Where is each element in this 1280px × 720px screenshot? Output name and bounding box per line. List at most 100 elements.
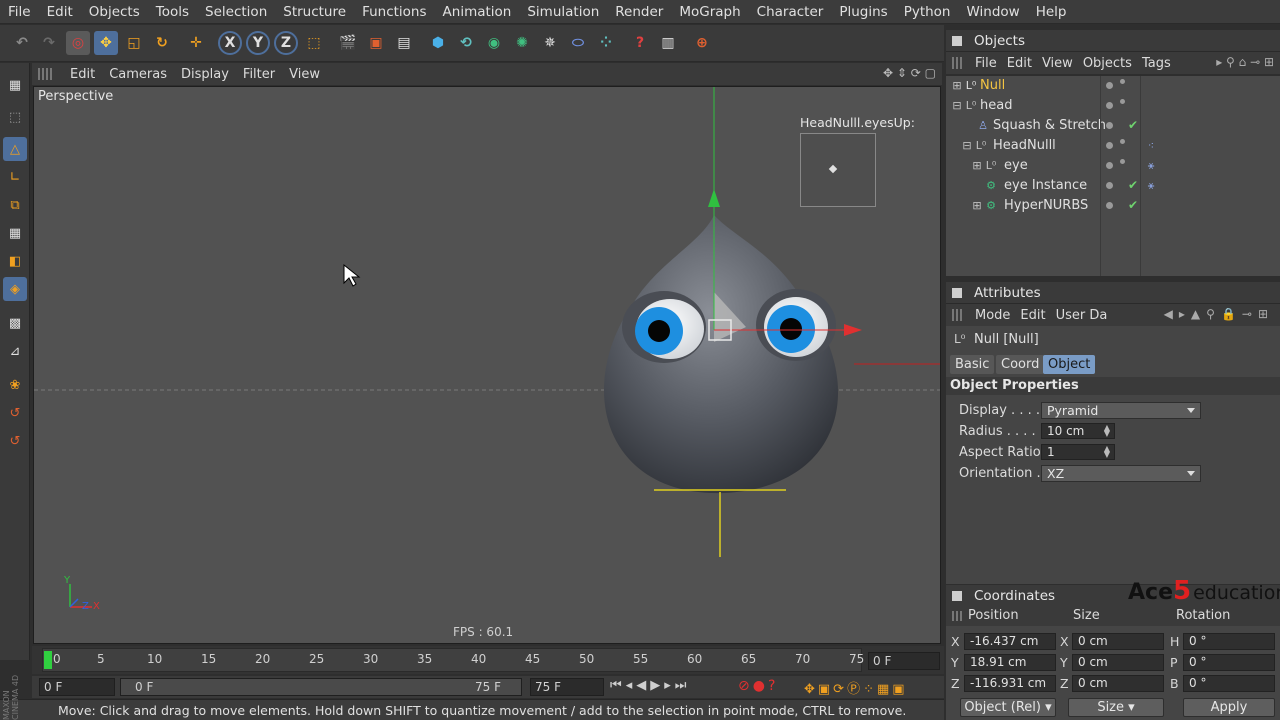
attributes-menu-user-data[interactable]: User Da xyxy=(1053,308,1115,323)
object-row-eye-instance[interactable]: ⚙ eye Instance ✔ ⚹ xyxy=(946,176,1280,196)
radius-field[interactable]: 10 cm ▲ ▼ xyxy=(1041,423,1115,439)
render-view-icon[interactable]: 🎬 xyxy=(336,31,360,55)
enabled-check-icon[interactable]: ✔ xyxy=(1128,198,1138,212)
coordinate-mode-dropdown[interactable]: Object (Rel) ▾ xyxy=(960,698,1056,717)
rotation-p-field[interactable]: 0 ° xyxy=(1183,654,1275,671)
apply-button[interactable]: Apply xyxy=(1183,698,1275,717)
recent-tool-icon[interactable]: ✛ xyxy=(184,31,208,55)
menu-file[interactable]: File xyxy=(0,4,39,20)
deformer-icon[interactable]: ✵ xyxy=(538,31,562,55)
menu-render[interactable]: Render xyxy=(607,4,671,20)
paint-icon[interactable]: ❀ xyxy=(3,373,27,397)
render-picture-viewer-icon[interactable]: ▣ xyxy=(364,31,388,55)
expand-icon[interactable]: ⊞ xyxy=(950,79,964,93)
viewport-menu-edit[interactable]: Edit xyxy=(62,67,101,82)
snap-icon[interactable]: ⊿ xyxy=(3,339,27,363)
texture-mode-icon[interactable]: ⧉ xyxy=(3,193,27,217)
column-divider[interactable] xyxy=(1100,76,1101,276)
perspective-viewport[interactable]: Perspective Y Z X HeadNulll.eyesUp: FPS … xyxy=(33,86,941,644)
expand-icon[interactable]: ⊞ xyxy=(970,159,984,173)
display-dropdown[interactable]: Pyramid xyxy=(1041,402,1201,419)
scale-tool-icon[interactable]: ◱ xyxy=(122,31,146,55)
move-tool-icon[interactable]: ✥ xyxy=(94,31,118,55)
objects-toolbar-icons[interactable]: ▸ ⚲ ⌂ ⊸ ⊞ xyxy=(1216,55,1274,69)
coordinate-system-icon[interactable]: ⬚ xyxy=(302,31,326,55)
brush-icon[interactable]: ↺ xyxy=(3,429,27,453)
model-mode-icon[interactable]: △ xyxy=(3,137,27,161)
collapse-icon[interactable]: ⊟ xyxy=(960,139,974,153)
timeline-ruler[interactable]: 0 5 10 15 20 25 30 35 40 45 50 55 60 65 … xyxy=(42,648,864,672)
position-y-field[interactable]: 18.91 cm xyxy=(964,654,1056,671)
editor-visibility-dot[interactable] xyxy=(1106,182,1113,189)
collapse-icon[interactable]: ⊟ xyxy=(950,99,964,113)
menu-help[interactable]: Help xyxy=(1028,4,1075,20)
editor-visibility-dot[interactable] xyxy=(1106,202,1113,209)
position-x-field[interactable]: -16.437 cm xyxy=(964,633,1056,650)
object-name[interactable]: head xyxy=(980,98,1012,113)
viewport-menu-display[interactable]: Display xyxy=(173,67,235,82)
attributes-nav-icons[interactable]: ◀▸▲⚲🔒⊸⊞ xyxy=(1164,307,1274,321)
editor-visibility-dot[interactable] xyxy=(1106,142,1113,149)
render-visibility-dot[interactable] xyxy=(1120,139,1125,144)
menu-python[interactable]: Python xyxy=(896,4,959,20)
editor-visibility-dot[interactable] xyxy=(1106,82,1113,89)
render-settings-icon[interactable]: ▤ xyxy=(392,31,416,55)
size-z-field[interactable]: 0 cm xyxy=(1072,675,1164,692)
menu-simulation[interactable]: Simulation xyxy=(519,4,607,20)
rotate-tool-icon[interactable]: ↻ xyxy=(150,31,174,55)
menu-plugins[interactable]: Plugins xyxy=(831,4,895,20)
objects-menu-edit[interactable]: Edit xyxy=(1004,56,1039,71)
eyes-up-inset[interactable]: HeadNulll.eyesUp: xyxy=(800,115,938,207)
range-slider[interactable]: 0 F 75 F xyxy=(120,678,522,696)
column-divider[interactable] xyxy=(1140,76,1141,276)
menu-edit[interactable]: Edit xyxy=(39,4,81,20)
interactive-render-icon[interactable]: ⊕ xyxy=(690,31,714,55)
edges-mode-icon[interactable]: ◈ xyxy=(3,277,27,301)
objects-menu-view[interactable]: View xyxy=(1039,56,1080,71)
live-selection-icon[interactable]: ◎ xyxy=(66,31,90,55)
pose-tag-icon[interactable]: ⚹ xyxy=(1144,159,1158,173)
size-x-field[interactable]: 0 cm xyxy=(1072,633,1164,650)
undo-icon[interactable]: ↶ xyxy=(10,31,34,55)
tab-basic[interactable]: Basic xyxy=(950,355,995,374)
object-name[interactable]: Squash & Stretch xyxy=(993,118,1106,133)
position-z-field[interactable]: -116.931 cm xyxy=(964,675,1056,692)
object-manager-list[interactable]: ⊞ L⁰ Null ⊟ L⁰ head ♙ Squash & Stretch ✔… xyxy=(946,76,1280,276)
object-name[interactable]: eye Instance xyxy=(1004,178,1087,193)
sculpt-icon[interactable]: ↺ xyxy=(3,401,27,425)
tab-coord[interactable]: Coord xyxy=(996,355,1045,374)
attributes-menu-edit[interactable]: Edit xyxy=(1017,308,1052,323)
menu-animation[interactable]: Animation xyxy=(435,4,520,20)
start-frame-field[interactable]: 0 F xyxy=(39,678,115,696)
particle-icon[interactable]: ⁘ xyxy=(594,31,618,55)
objects-menu-file[interactable]: File xyxy=(972,56,1004,71)
menu-objects[interactable]: Objects xyxy=(81,4,148,20)
size-mode-dropdown[interactable]: Size ▾ xyxy=(1068,698,1164,717)
object-axis-icon[interactable]: ∟ xyxy=(3,165,27,189)
object-row-hypernurbs[interactable]: ⊞ ⚙ HyperNURBS ✔ xyxy=(946,196,1280,216)
object-name[interactable]: HyperNURBS xyxy=(1004,198,1088,213)
object-row-head[interactable]: ⊟ L⁰ head xyxy=(946,96,1280,116)
redo-icon[interactable]: ↷ xyxy=(37,31,61,55)
spinner-arrows-icon[interactable]: ▲ ▼ xyxy=(1104,424,1110,438)
object-name[interactable]: HeadNulll xyxy=(993,138,1056,153)
enabled-check-icon[interactable]: ✔ xyxy=(1128,178,1138,192)
object-row-null[interactable]: ⊞ L⁰ Null xyxy=(946,76,1280,96)
points-mode-icon[interactable]: ◧ xyxy=(3,249,27,273)
current-frame-field[interactable]: 0 F xyxy=(868,652,940,670)
key-controls[interactable]: ✥▣⟳Ⓟ⁘▦▣ xyxy=(804,678,908,697)
viewport-menu-cameras[interactable]: Cameras xyxy=(101,67,173,82)
render-visibility-dot[interactable] xyxy=(1120,79,1125,84)
camera-icon[interactable]: ▥ xyxy=(656,31,680,55)
attributes-menu-mode[interactable]: Mode xyxy=(972,308,1017,323)
inset-control-point[interactable] xyxy=(828,164,838,174)
render-visibility-dot[interactable] xyxy=(1120,159,1125,164)
menu-structure[interactable]: Structure xyxy=(275,4,354,20)
editor-visibility-dot[interactable] xyxy=(1106,162,1113,169)
playhead[interactable] xyxy=(44,651,52,669)
workplane-icon[interactable]: ▦ xyxy=(3,221,27,245)
objects-menu-objects[interactable]: Objects xyxy=(1080,56,1139,71)
menu-character[interactable]: Character xyxy=(749,4,832,20)
editor-visibility-dot[interactable] xyxy=(1106,122,1113,129)
spline-icon[interactable]: ⟲ xyxy=(454,31,478,55)
